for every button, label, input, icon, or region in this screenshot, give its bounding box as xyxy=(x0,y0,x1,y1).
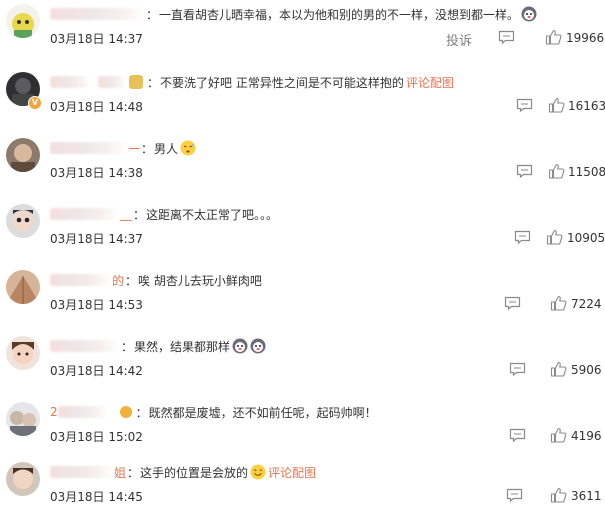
blurred-username xyxy=(57,406,108,418)
blurred-username xyxy=(98,76,126,88)
comment-time: 03月18日 14:45 xyxy=(50,490,143,504)
username[interactable]: 的 xyxy=(112,272,124,289)
avatar[interactable] xyxy=(6,270,40,304)
comment-time: 03月18日 14:42 xyxy=(50,364,143,378)
comment-bubble-icon[interactable] xyxy=(498,30,515,44)
comment-time: 03月18日 14:48 xyxy=(50,100,143,114)
avatar[interactable] xyxy=(6,336,40,370)
thumbs-up-icon[interactable] xyxy=(550,427,568,443)
blurred-username xyxy=(50,274,112,286)
thumbs-up-icon[interactable] xyxy=(550,361,568,377)
comment-time: 03月18日 14:37 xyxy=(50,232,143,246)
comment-row: V ： 不要洗了好吧 正常异性之间是不可能这样抱的 评论配图 03月18日 14… xyxy=(0,68,605,130)
avatar[interactable] xyxy=(6,402,40,436)
comment-bubble-icon[interactable] xyxy=(506,488,523,502)
comment-text: 不要洗了好吧 正常异性之间是不可能这样抱的 xyxy=(160,75,404,90)
like-count: 3611 xyxy=(571,489,602,503)
username[interactable]: __ xyxy=(120,207,132,221)
comment-row: ： 一直看胡杏儿晒幸福，本以为他和别的男的不一样，没想到都一样。 03月18日 … xyxy=(0,0,605,62)
comment-text: 既然都是废墟，还不如前任呢，起码帅啊！ xyxy=(148,405,377,420)
blurred-username xyxy=(50,208,120,220)
like-count: 10905 xyxy=(567,231,605,245)
comment-row: 姐 ： 这手的位置是会放的 评论配图 03月18日 14:45 3611 xyxy=(0,458,605,520)
comment-time: 03月18日 15:02 xyxy=(50,430,143,444)
comment-bubble-icon[interactable] xyxy=(509,362,526,376)
username[interactable]: 姐 xyxy=(114,464,126,481)
blurred-username xyxy=(50,142,128,154)
comment-text: 这距离不太正常了吧。。。 xyxy=(146,207,279,222)
comment-row: 一 ： 男人 03月18日 14:38 11508 xyxy=(0,134,605,196)
comment-row: __ ： 这距离不太正常了吧。。。 03月18日 14:37 10905 xyxy=(0,200,605,262)
thumbs-up-icon[interactable] xyxy=(550,295,568,311)
crown-badge-icon xyxy=(119,406,132,418)
username[interactable]: 一 xyxy=(128,140,140,157)
blurred-username xyxy=(50,466,114,478)
comment-image-link[interactable]: 评论配图 xyxy=(268,464,316,481)
dog-emoji-icon xyxy=(250,338,266,354)
avatar[interactable] xyxy=(6,138,40,172)
like-count: 19966 xyxy=(566,31,605,45)
comment-row: ： 果然，结果都那样 03月18日 14:42 5906 xyxy=(0,332,605,394)
report-button[interactable]: 投诉 xyxy=(446,30,472,49)
smile-emoji-icon xyxy=(250,464,266,480)
like-count: 7224 xyxy=(571,297,602,311)
blurred-username xyxy=(50,340,120,352)
comment-text: 唉 胡杏儿去玩小鲜肉吧 xyxy=(138,273,262,288)
verified-badge-icon: V xyxy=(28,96,42,110)
thumbs-up-icon[interactable] xyxy=(546,229,564,245)
comment-text: 一直看胡杏儿晒幸福，本以为他和别的男的不一样，没想到都一样。 xyxy=(159,7,520,22)
username[interactable]: 2 xyxy=(50,405,58,419)
avatar[interactable] xyxy=(6,204,40,238)
fan-badge-icon xyxy=(129,75,143,89)
like-count: 16163 xyxy=(568,99,605,113)
blurred-username xyxy=(50,76,90,88)
like-count: 11508 xyxy=(568,165,605,179)
sweat-face-emoji-icon xyxy=(180,140,196,156)
comment-bubble-icon[interactable] xyxy=(516,98,533,112)
comment-row: 的 ： 唉 胡杏儿去玩小鲜肉吧 03月18日 14:53 7224 xyxy=(0,266,605,328)
comment-image-link[interactable]: 评论配图 xyxy=(406,74,454,91)
comment-text: 男人 xyxy=(154,141,179,156)
thumbs-up-icon[interactable] xyxy=(545,29,563,45)
like-count: 5906 xyxy=(571,363,602,377)
like-count: 4196 xyxy=(571,429,602,443)
comment-row: 2 ： 既然都是废墟，还不如前任呢，起码帅啊！ 03月18日 15:02 419… xyxy=(0,398,605,460)
comment-bubble-icon[interactable] xyxy=(504,296,521,310)
comment-text: 这手的位置是会放的 xyxy=(140,465,249,480)
comment-bubble-icon[interactable] xyxy=(514,230,531,244)
avatar[interactable] xyxy=(6,462,40,496)
comment-time: 03月18日 14:38 xyxy=(50,166,143,180)
thumbs-up-icon[interactable] xyxy=(550,487,568,503)
comment-time: 03月18日 14:53 xyxy=(50,298,143,312)
comment-bubble-icon[interactable] xyxy=(516,164,533,178)
comment-time: 03月18日 14:37 xyxy=(50,32,143,46)
thumbs-up-icon[interactable] xyxy=(548,97,566,113)
blurred-username xyxy=(50,8,145,20)
dog-emoji-icon xyxy=(232,338,248,354)
comment-text: 果然，结果都那样 xyxy=(134,339,231,354)
avatar[interactable] xyxy=(6,4,40,38)
dog-emoji-icon xyxy=(521,6,537,22)
comment-bubble-icon[interactable] xyxy=(509,428,526,442)
thumbs-up-icon[interactable] xyxy=(548,163,566,179)
